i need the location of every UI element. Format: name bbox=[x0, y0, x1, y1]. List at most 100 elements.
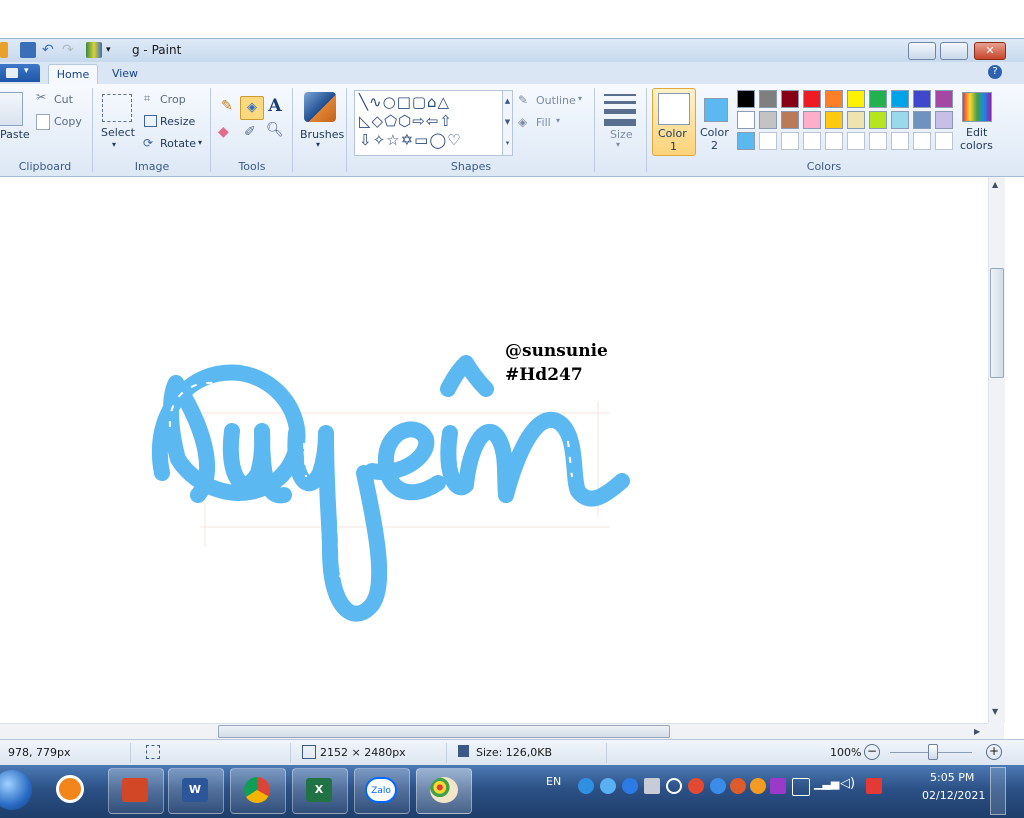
show-desktop-button[interactable] bbox=[990, 767, 1006, 815]
crop-button[interactable]: Crop bbox=[160, 93, 186, 106]
network-signal-icon[interactable]: ▁▃▅ bbox=[814, 777, 839, 790]
palette-swatch[interactable] bbox=[891, 90, 909, 108]
action-center-flag-icon[interactable] bbox=[866, 778, 882, 794]
close-button[interactable]: ✕ bbox=[974, 42, 1006, 60]
magnifier-icon[interactable]: 🔍︎ bbox=[266, 122, 284, 140]
select-icon[interactable] bbox=[102, 94, 132, 122]
color-1-button[interactable]: Color 1 bbox=[652, 88, 696, 156]
tray-chat-icon[interactable] bbox=[622, 778, 638, 794]
palette-swatch[interactable] bbox=[913, 90, 931, 108]
tray-device-icon[interactable] bbox=[792, 778, 810, 796]
tray-usb-icon[interactable] bbox=[644, 778, 660, 794]
horizontal-scroll-thumb[interactable] bbox=[218, 725, 670, 738]
size-button[interactable]: Size bbox=[610, 128, 633, 141]
tray-cloud-icon[interactable] bbox=[710, 778, 726, 794]
palette-swatch[interactable] bbox=[737, 111, 755, 129]
start-button[interactable] bbox=[0, 770, 32, 810]
palette-swatch[interactable] bbox=[759, 90, 777, 108]
taskbar-powerpoint-button[interactable] bbox=[108, 768, 164, 814]
shapes-scroll-icon[interactable]: ▲ ▼ ▾ bbox=[502, 90, 513, 156]
outline-dropdown-icon[interactable]: ▾ bbox=[578, 94, 582, 103]
tray-security-icon[interactable] bbox=[688, 778, 704, 794]
brushes-button[interactable]: Brushes bbox=[300, 128, 344, 141]
app-icon[interactable] bbox=[0, 42, 8, 58]
outline-button[interactable]: Outline bbox=[536, 94, 576, 107]
customize-quick-access-icon[interactable]: ▾ bbox=[106, 42, 122, 58]
scroll-right-icon[interactable]: ▶ bbox=[974, 727, 980, 736]
color-picker-icon[interactable]: ✐ bbox=[244, 124, 260, 140]
palette-empty-slot[interactable] bbox=[935, 132, 953, 150]
palette-empty-slot[interactable] bbox=[781, 132, 799, 150]
size-icon[interactable] bbox=[604, 94, 636, 126]
tray-orange-icon[interactable] bbox=[750, 778, 766, 794]
palette-empty-slot[interactable] bbox=[913, 132, 931, 150]
pencil-icon[interactable]: ✎ bbox=[218, 98, 236, 116]
copy-icon[interactable] bbox=[36, 114, 50, 130]
tab-home[interactable]: Home bbox=[48, 64, 98, 85]
palette-empty-slot[interactable] bbox=[759, 132, 777, 150]
shapes-gallery[interactable]: ╲∿○□▢⌂△ ◺◇⬠⬡⇨⇦⇧ ⇩✧☆✡▭◯♡ bbox=[354, 90, 504, 156]
copy-button[interactable]: Copy bbox=[54, 115, 82, 128]
cut-icon[interactable]: ✂ bbox=[36, 90, 46, 104]
minimize-button[interactable] bbox=[908, 42, 936, 60]
palette-swatch[interactable] bbox=[759, 111, 777, 129]
taskbar-zalo-button[interactable]: Zalo bbox=[354, 768, 410, 814]
scroll-down-icon[interactable]: ▼ bbox=[992, 707, 998, 716]
palette-swatch[interactable] bbox=[935, 111, 953, 129]
resize-icon[interactable] bbox=[144, 115, 157, 127]
undo-icon[interactable]: ↶ bbox=[42, 42, 58, 58]
fill-icon[interactable]: ◈ bbox=[518, 115, 527, 129]
resize-button[interactable]: Resize bbox=[160, 115, 195, 128]
edit-colors-icon[interactable] bbox=[962, 92, 992, 122]
brushes-icon[interactable] bbox=[304, 92, 336, 122]
rotate-dropdown-icon[interactable]: ▾ bbox=[198, 138, 202, 147]
palette-swatch[interactable] bbox=[891, 111, 909, 129]
color-2-button[interactable]: Color 2 bbox=[696, 88, 734, 154]
edit-colors-button-line2[interactable]: colors bbox=[960, 139, 993, 152]
shapes-row-3-icon[interactable]: ⇩✧☆✡▭◯♡ bbox=[359, 133, 462, 148]
palette-swatch[interactable] bbox=[737, 90, 755, 108]
file-menu-button[interactable]: ▾ bbox=[0, 64, 40, 82]
language-indicator[interactable]: EN bbox=[546, 775, 561, 788]
paint-quick-icon[interactable] bbox=[86, 42, 102, 58]
media-player-icon[interactable] bbox=[56, 775, 84, 803]
select-button[interactable]: Select bbox=[101, 126, 135, 139]
taskbar-paint-button[interactable] bbox=[416, 768, 472, 814]
palette-swatch[interactable] bbox=[869, 90, 887, 108]
palette-swatch[interactable] bbox=[781, 90, 799, 108]
outline-icon[interactable]: ✎ bbox=[518, 93, 528, 107]
vertical-scroll-thumb[interactable] bbox=[990, 268, 1004, 378]
taskbar-word-button[interactable]: W bbox=[168, 768, 224, 814]
clock-date[interactable]: 02/12/2021 bbox=[922, 789, 985, 802]
shapes-row-1-icon[interactable]: ╲∿○□▢⌂△ bbox=[359, 95, 450, 110]
shapes-row-2-icon[interactable]: ◺◇⬠⬡⇨⇦⇧ bbox=[359, 114, 453, 129]
brushes-dropdown-icon[interactable]: ▾ bbox=[316, 140, 320, 149]
zoom-out-button[interactable]: − bbox=[864, 744, 880, 760]
volume-icon[interactable]: ◁) bbox=[840, 776, 855, 791]
palette-swatch[interactable] bbox=[737, 132, 755, 150]
scroll-up-icon[interactable]: ▲ bbox=[992, 180, 998, 189]
palette-empty-slot[interactable] bbox=[891, 132, 909, 150]
cut-button[interactable]: Cut bbox=[54, 93, 73, 106]
palette-swatch[interactable] bbox=[781, 111, 799, 129]
palette-swatch[interactable] bbox=[825, 90, 843, 108]
vertical-scrollbar[interactable]: ▲ ▼ bbox=[988, 177, 1005, 723]
tray-circle-icon[interactable] bbox=[666, 778, 682, 794]
palette-swatch[interactable] bbox=[913, 111, 931, 129]
palette-empty-slot[interactable] bbox=[847, 132, 865, 150]
taskbar-chrome-button[interactable] bbox=[230, 768, 286, 814]
fill-button[interactable]: Fill bbox=[536, 116, 551, 129]
rotate-icon[interactable]: ⟳ bbox=[143, 136, 153, 150]
palette-empty-slot[interactable] bbox=[825, 132, 843, 150]
zoom-slider-thumb[interactable] bbox=[928, 744, 938, 760]
tray-sync-icon[interactable] bbox=[600, 778, 616, 794]
help-icon[interactable]: ? bbox=[988, 65, 1002, 79]
zoom-in-button[interactable]: + bbox=[986, 744, 1002, 760]
tray-v-icon[interactable] bbox=[770, 778, 786, 794]
crop-icon[interactable]: ⌗ bbox=[144, 92, 150, 106]
save-icon[interactable] bbox=[20, 42, 36, 58]
tray-app-icon[interactable] bbox=[730, 778, 746, 794]
text-tool-icon[interactable]: A bbox=[266, 96, 284, 118]
palette-swatch[interactable] bbox=[847, 90, 865, 108]
tray-zalo-icon[interactable] bbox=[578, 778, 594, 794]
